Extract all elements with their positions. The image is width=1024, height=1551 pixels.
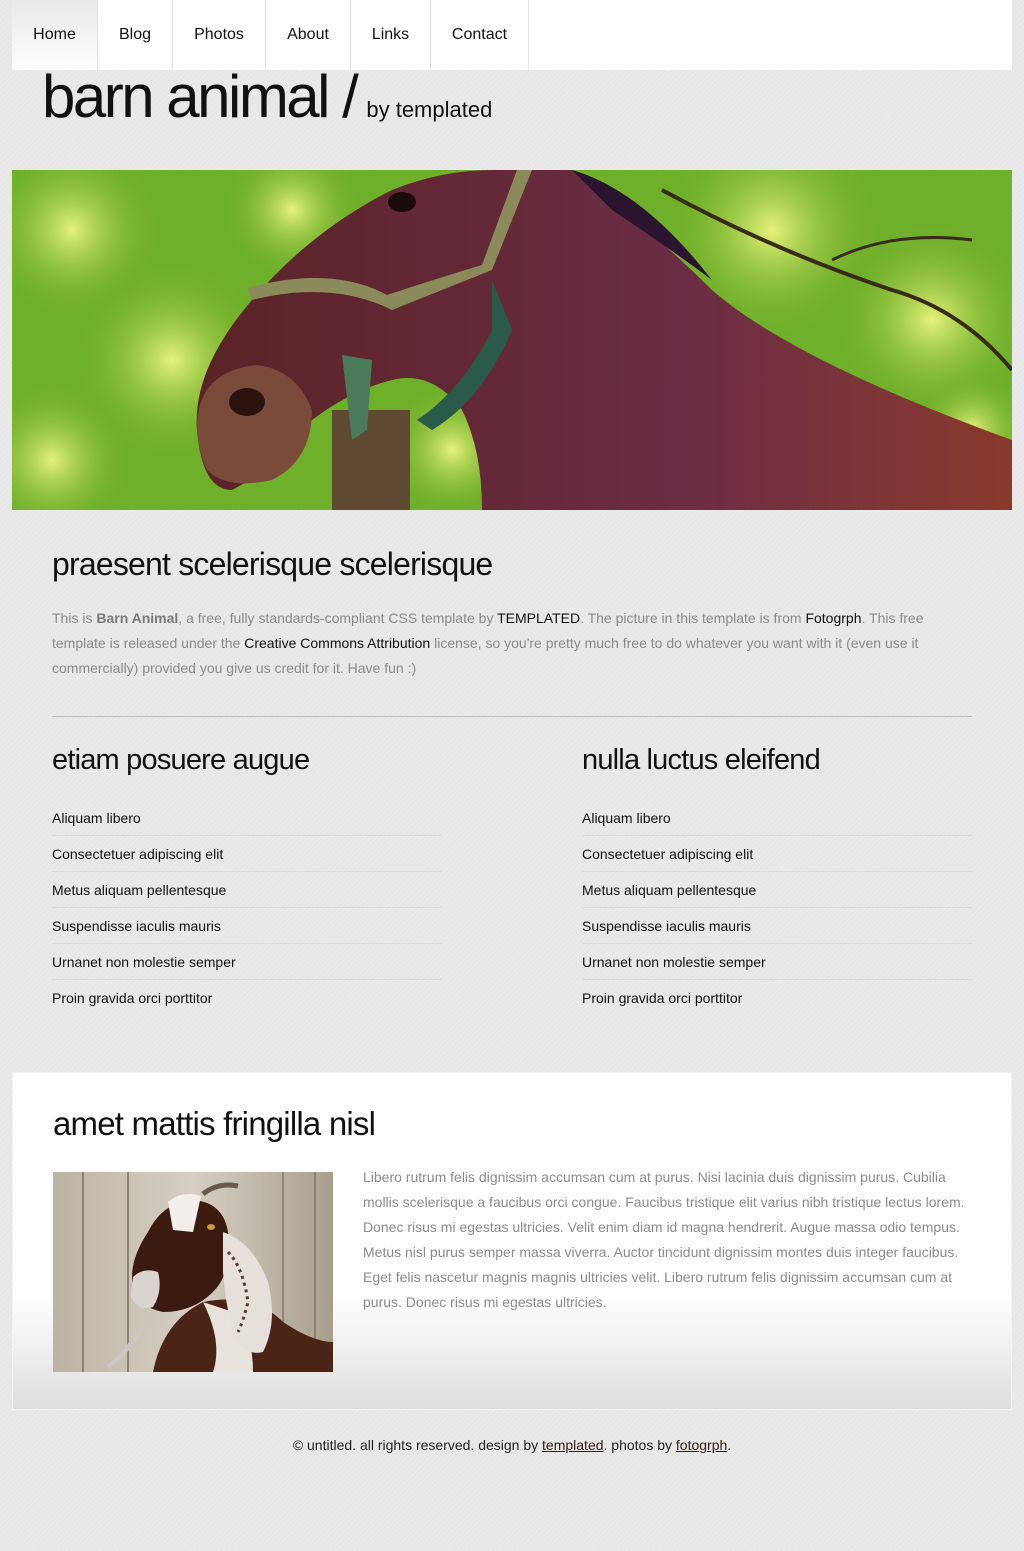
intro-text-1: This is <box>52 610 97 626</box>
section-divider <box>52 716 972 717</box>
intro-brand: Barn Animal <box>96 610 179 626</box>
nav-item-links[interactable]: Links <box>351 0 431 70</box>
banner-image <box>12 170 1012 510</box>
feature-text: Libero rutrum felis dignissim accumsan c… <box>363 1169 965 1310</box>
logo-title: barn animal / <box>42 63 359 130</box>
intro-text-2: , a free, fully standards-compliant CSS … <box>178 610 498 626</box>
footer: © untitled. all rights reserved. design … <box>0 1437 1024 1453</box>
license-link[interactable]: Creative Commons Attribution <box>244 635 430 651</box>
nav-item-contact[interactable]: Contact <box>431 0 529 70</box>
right-column-list: Aliquam libero Consectetuer adipiscing e… <box>582 800 972 1016</box>
list-item[interactable]: Consectetuer adipiscing elit <box>52 836 442 872</box>
footer-fotogrph-link[interactable]: fotogrph <box>676 1437 727 1453</box>
nav-item-about[interactable]: About <box>266 0 351 70</box>
intro-text-3: . The picture in this template is from <box>580 610 806 626</box>
horse-photo <box>12 170 1012 510</box>
intro-title: praesent scelerisque scelerisque <box>52 546 493 582</box>
footer-text-1: © untitled. all rights reserved. design … <box>292 1437 543 1453</box>
nav-item-blog[interactable]: Blog <box>98 0 173 70</box>
nav-item-label: Links <box>371 26 410 43</box>
footer-templated-link[interactable]: templated <box>542 1437 603 1453</box>
feature-section: amet mattis fringilla nisl Libero rutrum… <box>12 1072 1012 1410</box>
left-column: etiam posuere augue Aliquam libero Conse… <box>52 740 442 1016</box>
fotogrph-link[interactable]: Fotogrph <box>805 610 861 626</box>
site-logo[interactable]: barn animal / by templated <box>42 62 492 131</box>
feature-title: amet mattis fringilla nisl <box>53 1105 376 1142</box>
nav-item-photos[interactable]: Photos <box>173 0 266 70</box>
logo-subtitle: by templated <box>366 97 493 122</box>
nav-item-label: About <box>287 26 329 43</box>
list-item[interactable]: Aliquam libero <box>52 800 442 836</box>
list-item[interactable]: Proin gravida orci porttitor <box>52 980 442 1016</box>
list-item[interactable]: Aliquam libero <box>582 800 972 836</box>
list-item[interactable]: Proin gravida orci porttitor <box>582 980 972 1016</box>
list-item[interactable]: Urnanet non molestie semper <box>52 944 442 980</box>
list-item[interactable]: Metus aliquam pellentesque <box>52 872 442 908</box>
left-column-list: Aliquam libero Consectetuer adipiscing e… <box>52 800 442 1016</box>
nav-item-home[interactable]: Home <box>12 0 98 70</box>
nav-item-label: Photos <box>194 26 244 43</box>
intro-text: This is Barn Animal, a free, fully stand… <box>52 606 972 681</box>
footer-text-2: . photos by <box>603 1437 676 1453</box>
left-column-title: etiam posuere augue <box>52 744 310 776</box>
goat-photo <box>53 1172 333 1372</box>
footer-text-3: . <box>727 1437 732 1453</box>
nav-item-label: Blog <box>118 26 152 43</box>
right-column-title: nulla luctus eleifend <box>582 744 821 776</box>
templated-link[interactable]: TEMPLATED <box>497 610 580 626</box>
nav-item-label: Home <box>33 26 76 43</box>
goat-image <box>53 1172 333 1372</box>
list-item[interactable]: Suspendisse iaculis mauris <box>582 908 972 944</box>
list-item[interactable]: Urnanet non molestie semper <box>582 944 972 980</box>
list-item[interactable]: Metus aliquam pellentesque <box>582 872 972 908</box>
main-nav: Home Blog Photos About Links Contact <box>12 0 1012 70</box>
nav-item-label: Contact <box>451 26 508 43</box>
right-column: nulla luctus eleifend Aliquam libero Con… <box>582 740 972 1016</box>
list-item[interactable]: Consectetuer adipiscing elit <box>582 836 972 872</box>
list-item[interactable]: Suspendisse iaculis mauris <box>52 908 442 944</box>
